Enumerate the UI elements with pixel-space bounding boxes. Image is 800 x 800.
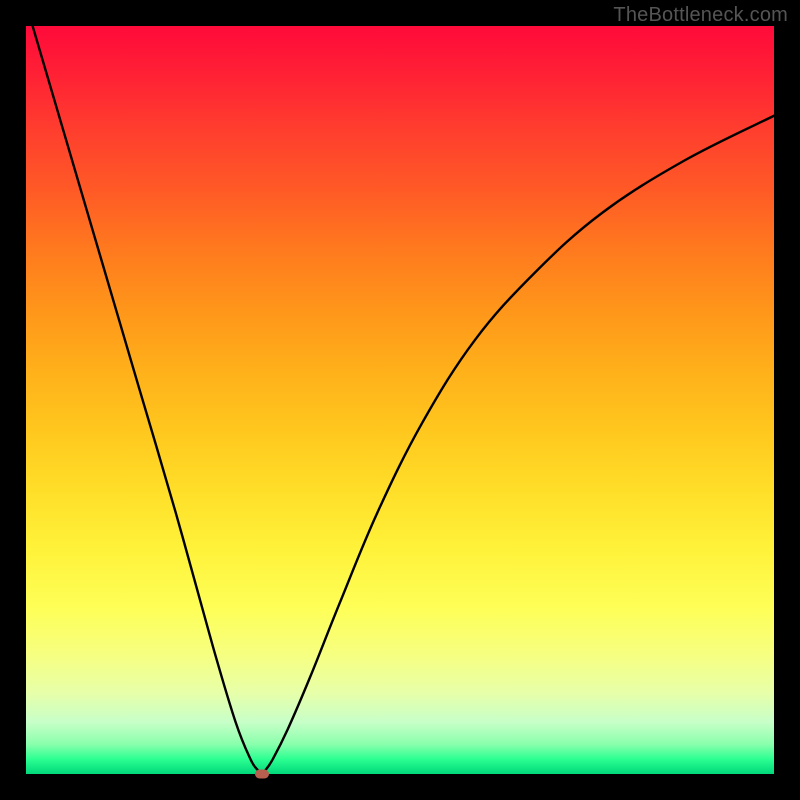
curve-path bbox=[26, 4, 774, 774]
plot-area bbox=[26, 26, 774, 774]
watermark-text: TheBottleneck.com bbox=[613, 4, 788, 27]
line-curve bbox=[26, 26, 774, 774]
chart-container: TheBottleneck.com bbox=[0, 0, 800, 800]
min-marker bbox=[255, 770, 269, 779]
